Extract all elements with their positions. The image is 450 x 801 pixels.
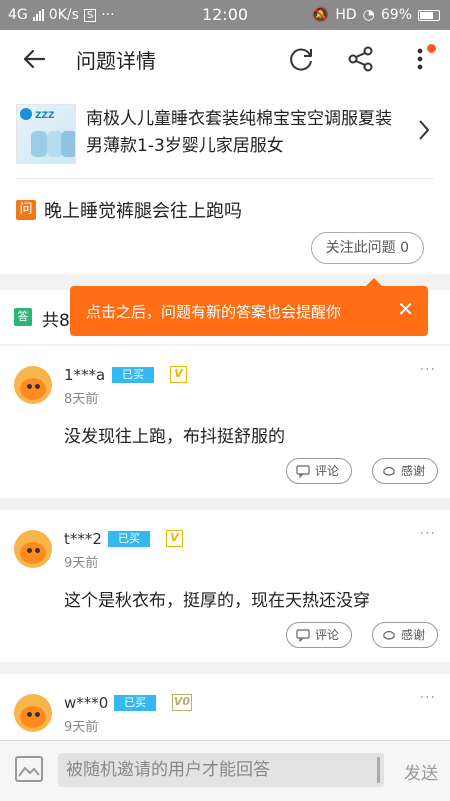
- thanks-label: 感谢: [401, 464, 426, 478]
- hd-label: HD: [335, 7, 357, 23]
- app-bar: 问题详情: [0, 30, 450, 88]
- more-options-icon[interactable]: ···: [420, 362, 436, 378]
- bottom-bar: 被随机邀请的用户才能回答 发送: [0, 740, 450, 801]
- more-options-icon[interactable]: ···: [420, 526, 436, 542]
- wifi-icon: ◔: [362, 7, 375, 23]
- answer-count: 共8: [42, 311, 70, 331]
- refresh-icon[interactable]: [286, 44, 316, 74]
- comment-label: 评论: [315, 464, 340, 478]
- answer-card: 1***a 已买 V 8天前 ··· 没发现往上跑，布抖挺舒服的 评论 感谢: [0, 346, 450, 498]
- username: 1***a: [64, 366, 106, 384]
- comment-label: 评论: [315, 628, 340, 642]
- answer-time: 9天前: [64, 556, 99, 571]
- battery-icon: [418, 9, 440, 21]
- share-icon[interactable]: [346, 44, 376, 74]
- answer-input[interactable]: 被随机邀请的用户才能回答: [58, 753, 384, 787]
- answer-text: 这个是秋衣布，挺厚的，现在天热还没穿: [64, 591, 370, 611]
- product-thumbnail: ZZZ: [16, 104, 76, 164]
- bought-badge: 已买: [114, 695, 156, 711]
- image-icon[interactable]: [14, 755, 44, 783]
- level-badge: V: [166, 530, 183, 547]
- avatar[interactable]: [14, 694, 52, 732]
- bought-badge: 已买: [112, 367, 154, 383]
- username: t***2: [64, 530, 102, 548]
- status-bar: 4G 0K/s S ··· 12:00 🔕 HD ◔ 69%: [0, 0, 450, 30]
- battery-label: 69%: [380, 7, 412, 23]
- thanks-icon: [383, 630, 395, 640]
- question-text: 晚上睡觉裤腿会往上跑吗: [44, 201, 242, 222]
- bought-badge: 已买: [108, 531, 150, 547]
- comment-icon: [296, 465, 310, 478]
- thanks-button[interactable]: 感谢: [372, 458, 439, 484]
- answer-text: 没发现往上跑，布抖挺舒服的: [64, 427, 285, 447]
- answer-input-placeholder: 被随机邀请的用户才能回答: [66, 760, 270, 780]
- close-icon[interactable]: ✕: [397, 298, 414, 320]
- notification-dot: [427, 44, 436, 53]
- answer-card: t***2 已买 V 9天前 ··· 这个是秋衣布，挺厚的，现在天热还没穿 评论…: [0, 510, 450, 662]
- thanks-icon: [383, 466, 395, 476]
- comment-button[interactable]: 评论: [286, 622, 353, 648]
- answer-time: 8天前: [64, 392, 99, 407]
- avatar[interactable]: [14, 366, 52, 404]
- follow-tooltip: 点击之后，问题有新的答案也会提醒你 ✕: [70, 278, 428, 336]
- question-badge: 问: [16, 200, 36, 220]
- avatar[interactable]: [14, 530, 52, 568]
- tooltip-text: 点击之后，问题有新的答案也会提醒你: [86, 303, 342, 321]
- question-section: 问 晚上睡觉裤腿会往上跑吗 关注此问题 0: [0, 178, 450, 274]
- answer-card: w***0 已买 V0 9天前 ···: [0, 674, 450, 740]
- level-badge: V0: [172, 694, 192, 711]
- more-options-icon[interactable]: ···: [420, 690, 436, 706]
- page-title: 问题详情: [76, 49, 156, 73]
- follow-question-button[interactable]: 关注此问题 0: [310, 232, 424, 264]
- answer-badge: 答: [14, 308, 32, 326]
- level-badge: V: [170, 366, 187, 383]
- product-card[interactable]: ZZZ 南极人儿童睡衣套装纯棉宝宝空调服夏装男薄款1-3岁婴儿家居服女: [0, 88, 450, 178]
- send-button[interactable]: 发送: [404, 759, 438, 784]
- answer-time: 9天前: [64, 720, 99, 735]
- thanks-label: 感谢: [401, 628, 426, 642]
- product-title: 南极人儿童睡衣套装纯棉宝宝空调服夏装男薄款1-3岁婴儿家居服女: [86, 109, 392, 156]
- username: w***0: [64, 694, 109, 712]
- mute-icon: 🔕: [311, 7, 330, 23]
- comment-button[interactable]: 评论: [286, 458, 353, 484]
- comment-icon: [296, 629, 310, 642]
- chevron-right-icon: [419, 120, 430, 140]
- arrow-left-icon[interactable]: [20, 44, 50, 74]
- thanks-button[interactable]: 感谢: [372, 622, 439, 648]
